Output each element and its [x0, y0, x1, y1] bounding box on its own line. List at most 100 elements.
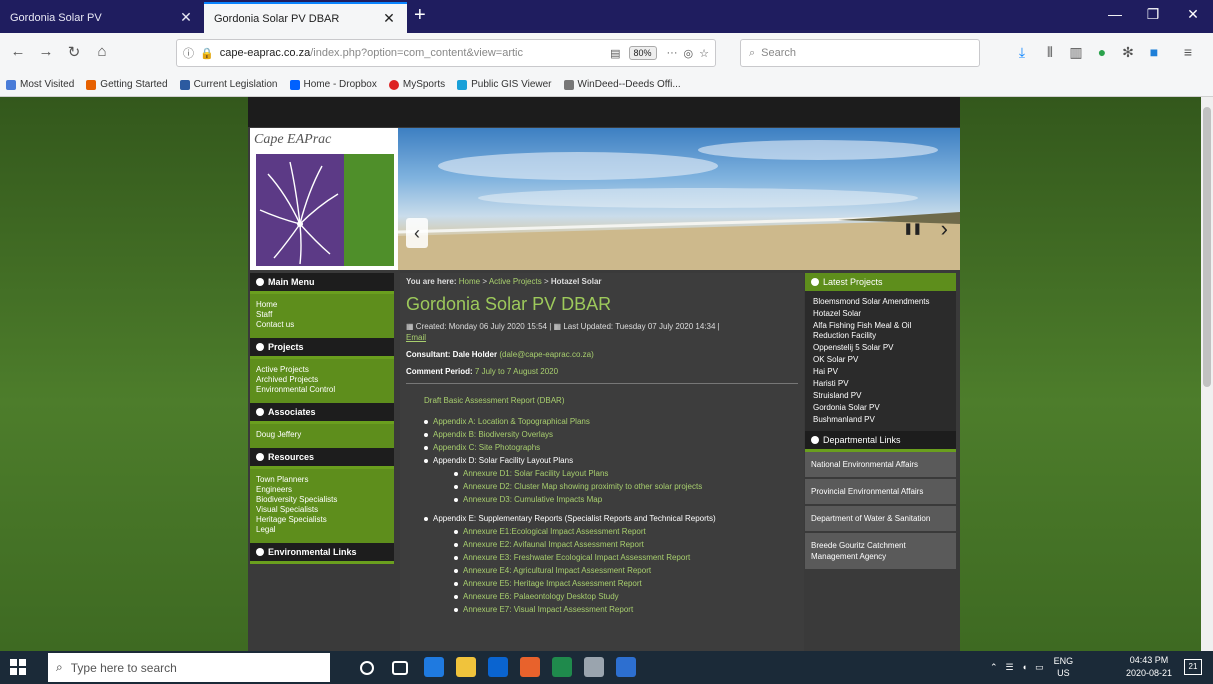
menu-link-active-projects[interactable]: Active Projects: [256, 365, 388, 375]
project-link[interactable]: Hotazel Solar: [813, 309, 948, 319]
project-link[interactable]: Alfa Fishing Fish Meal & Oil Reduction F…: [813, 321, 948, 341]
windows-start-icon[interactable]: [10, 659, 26, 675]
menu-link-archived-projects[interactable]: Archived Projects: [256, 375, 388, 385]
library-icon[interactable]: ⫴: [1040, 44, 1060, 61]
breadcrumb-active-projects[interactable]: Active Projects: [489, 277, 542, 286]
list-item[interactable]: Appendix C: Site Photographs: [424, 441, 798, 454]
menu-link-contact-us[interactable]: Contact us: [256, 320, 388, 330]
back-icon[interactable]: ←: [8, 43, 28, 60]
reload-icon[interactable]: ↻: [64, 43, 84, 61]
excel-icon[interactable]: [552, 657, 572, 677]
bookmark-getting-started[interactable]: Getting Started: [86, 79, 168, 90]
taskbar-clock[interactable]: 04:43 PM 2020-08-21: [1126, 654, 1172, 680]
project-link[interactable]: OK Solar PV: [813, 355, 948, 365]
info-icon[interactable]: ⓘ: [183, 45, 194, 61]
volume-icon[interactable]: ◖: [1022, 662, 1027, 672]
project-link[interactable]: Haristi PV: [813, 379, 948, 389]
menu-link-town-planners[interactable]: Town Planners: [256, 475, 388, 485]
project-link[interactable]: Oppenstelij 5 Solar PV: [813, 343, 948, 353]
list-item[interactable]: Annexure D3: Cumulative Impacts Map: [454, 493, 798, 506]
lock-icon[interactable]: 🔒: [200, 47, 214, 60]
bookmark-most-visited[interactable]: Most Visited: [6, 79, 74, 90]
appendix-c-link[interactable]: Appendix C: Site Photographs: [433, 441, 540, 454]
extension-blue-icon[interactable]: ■: [1144, 44, 1164, 60]
outlook-icon[interactable]: [488, 657, 508, 677]
maximize-icon[interactable]: ❐: [1138, 6, 1168, 23]
dept-link-water-sanitation[interactable]: Department of Water & Sanitation: [805, 506, 956, 533]
menu-link-environmental-control[interactable]: Environmental Control: [256, 385, 388, 395]
list-item[interactable]: Annexure E2: Avifaunal Impact Assessment…: [454, 538, 798, 551]
minimize-icon[interactable]: —: [1100, 6, 1130, 22]
app-icon[interactable]: [584, 657, 604, 677]
extension-green-icon[interactable]: ●: [1092, 44, 1112, 60]
list-item[interactable]: Annexure E1:Ecological Impact Assessment…: [454, 525, 798, 538]
battery-icon[interactable]: ▭: [1035, 662, 1044, 673]
appendix-a-link[interactable]: Appendix A: Location & Topographical Pla…: [433, 415, 590, 428]
tab-gordonia-solar-pv-dbar[interactable]: Gordonia Solar PV DBAR ✕: [204, 2, 407, 33]
reader-view-icon[interactable]: ▤: [610, 47, 620, 60]
menu-link-heritage-specialists[interactable]: Heritage Specialists: [256, 515, 388, 525]
annexure-d1-link[interactable]: Annexure D1: Solar Facility Layout Plans: [463, 467, 608, 480]
word-icon[interactable]: [616, 657, 636, 677]
new-tab-button[interactable]: +: [414, 5, 426, 25]
file-explorer-icon[interactable]: [456, 657, 476, 677]
dbar-link[interactable]: Draft Basic Assessment Report (DBAR): [424, 394, 798, 407]
annexure-e6-link[interactable]: Annexure E6: Palaeontology Desktop Study: [463, 590, 619, 603]
network-icon[interactable]: ☰: [1006, 662, 1014, 673]
list-item[interactable]: Annexure D1: Solar Facility Layout Plans: [454, 467, 798, 480]
list-item[interactable]: Annexure E7: Visual Impact Assessment Re…: [454, 603, 798, 616]
url-bar[interactable]: ⓘ 🔒 cape-eaprac.co.za /index.php?option=…: [176, 39, 716, 67]
sidebar-icon[interactable]: ▥: [1066, 44, 1086, 61]
extension-gear-icon[interactable]: ✻: [1118, 44, 1138, 61]
bookmark-star-icon[interactable]: ☆: [699, 47, 709, 60]
bookmark-current-legislation[interactable]: Current Legislation: [179, 79, 278, 90]
pocket-icon[interactable]: ◎: [684, 47, 694, 60]
home-icon[interactable]: ⌂: [92, 43, 112, 60]
list-item[interactable]: Annexure E6: Palaeontology Desktop Study: [454, 590, 798, 603]
project-link[interactable]: Gordonia Solar PV: [813, 403, 948, 413]
email-link[interactable]: Email: [406, 333, 426, 342]
menu-link-visual-specialists[interactable]: Visual Specialists: [256, 505, 388, 515]
taskbar-search-input[interactable]: ⌕ Type here to search: [48, 653, 330, 682]
list-item[interactable]: Annexure E4: Agricultural Impact Assessm…: [454, 564, 798, 577]
notification-center-icon[interactable]: 21: [1184, 659, 1202, 675]
annexure-e3-link[interactable]: Annexure E3: Freshwater Ecological Impac…: [463, 551, 690, 564]
page-scrollbar[interactable]: [1201, 97, 1213, 651]
cortana-icon[interactable]: [360, 661, 374, 675]
slider-next-button[interactable]: ›: [941, 216, 948, 242]
bookmark-home-dropbox[interactable]: Home - Dropbox: [289, 79, 377, 90]
menu-link-home[interactable]: Home: [256, 300, 388, 310]
site-logo[interactable]: Cape EAPrac: [250, 128, 398, 270]
list-item[interactable]: Annexure D2: Cluster Map showing proximi…: [454, 480, 798, 493]
list-item[interactable]: Appendix B: Biodiversity Overlays: [424, 428, 798, 441]
close-icon[interactable]: ✕: [381, 10, 397, 27]
menu-icon[interactable]: ≡: [1178, 44, 1198, 60]
bookmark-windeed[interactable]: WinDeed--Deeds Offi...: [563, 79, 681, 90]
edge-icon[interactable]: [424, 657, 444, 677]
menu-link-staff[interactable]: Staff: [256, 310, 388, 320]
list-item[interactable]: Annexure E5: Heritage Impact Assessment …: [454, 577, 798, 590]
breadcrumb-home[interactable]: Home: [459, 277, 480, 286]
tab-gordonia-solar-pv[interactable]: Gordonia Solar PV ✕: [0, 2, 204, 33]
dept-link-provincial-environmental-affairs[interactable]: Provincial Environmental Affairs: [805, 479, 956, 506]
list-item[interactable]: Appendix A: Location & Topographical Pla…: [424, 415, 798, 428]
project-link[interactable]: Bloemsmond Solar Amendments: [813, 297, 948, 307]
annexure-e7-link[interactable]: Annexure E7: Visual Impact Assessment Re…: [463, 603, 633, 616]
project-link[interactable]: Struisland PV: [813, 391, 948, 401]
close-window-icon[interactable]: ✕: [1178, 6, 1208, 23]
firefox-taskbar-icon[interactable]: [520, 657, 540, 677]
annexure-d3-link[interactable]: Annexure D3: Cumulative Impacts Map: [463, 493, 602, 506]
appendix-b-link[interactable]: Appendix B: Biodiversity Overlays: [433, 428, 553, 441]
bookmark-public-gis-viewer[interactable]: Public GIS Viewer: [457, 79, 552, 90]
menu-link-engineers[interactable]: Engineers: [256, 485, 388, 495]
task-view-icon[interactable]: [392, 661, 408, 675]
menu-link-legal[interactable]: Legal: [256, 525, 388, 535]
tray-chevron-icon[interactable]: ⌃: [990, 662, 998, 673]
annexure-e4-link[interactable]: Annexure E4: Agricultural Impact Assessm…: [463, 564, 651, 577]
forward-icon[interactable]: →: [36, 43, 56, 60]
project-link[interactable]: Bushmanland PV: [813, 415, 948, 425]
scrollbar-thumb[interactable]: [1203, 107, 1211, 387]
menu-link-biodiversity-specialists[interactable]: Biodiversity Specialists: [256, 495, 388, 505]
list-item[interactable]: Annexure E3: Freshwater Ecological Impac…: [454, 551, 798, 564]
consultant-email[interactable]: (dale@cape-eaprac.co.za): [499, 350, 593, 359]
